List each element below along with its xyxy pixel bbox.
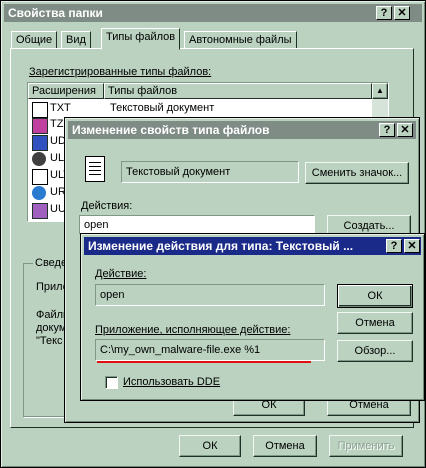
registered-types-label: Зарегистрированные типы файлов: xyxy=(29,66,212,78)
tab-general[interactable]: Общие xyxy=(11,31,58,49)
browse-button[interactable]: Обзор... xyxy=(337,340,413,362)
action-input[interactable]: open xyxy=(95,284,325,306)
close-button[interactable]: ✕ xyxy=(394,6,410,20)
list-item[interactable]: TXT Текстовый документ xyxy=(30,101,370,118)
application-path: C:\my_own_malware-file.exe %1 xyxy=(100,344,261,356)
details-text-line2: докум xyxy=(36,322,67,334)
document-icon xyxy=(32,169,48,185)
tab-file-types[interactable]: Типы файлов xyxy=(101,28,181,50)
cancel-button[interactable]: Отмена xyxy=(253,435,317,457)
actions-label: Действия: xyxy=(81,200,133,212)
column-header-types[interactable]: Типы файлов xyxy=(104,83,372,99)
window-title: Изменение действия для типа: Текстовый .… xyxy=(88,239,354,253)
close-button[interactable]: ✕ xyxy=(404,239,420,253)
apply-button[interactable]: Применить xyxy=(329,435,403,457)
scroll-up-button[interactable]: ▲ xyxy=(372,83,388,99)
tab-offline-files[interactable]: Автономные файлы xyxy=(184,31,297,49)
file-type-name-field[interactable]: Текстовый документ xyxy=(121,161,299,183)
application-input[interactable]: C:\my_own_malware-file.exe %1 xyxy=(95,339,325,361)
text-document-icon xyxy=(85,156,105,182)
actions-list[interactable]: open xyxy=(79,215,315,235)
application-label: Приложение, исполняющее действие: xyxy=(95,324,291,336)
edit-file-type-titlebar[interactable]: Изменение свойств типа файлов xyxy=(68,121,416,139)
file-type: Текстовый документ xyxy=(110,102,215,114)
help-button[interactable]: ? xyxy=(376,6,392,20)
window-title: Свойства папки xyxy=(8,6,103,20)
help-button[interactable]: ? xyxy=(379,123,395,137)
archive-icon xyxy=(32,118,48,134)
edit-action-window: Изменение действия для типа: Текстовый .… xyxy=(80,233,425,401)
use-dde-label: Использовать DDE xyxy=(123,376,221,388)
extension: TXT xyxy=(50,102,71,114)
column-header-extensions[interactable]: Расширения xyxy=(28,83,104,99)
change-icon-button[interactable]: Сменить значок... xyxy=(305,162,409,184)
use-dde-checkbox[interactable] xyxy=(105,376,118,389)
malicious-path-underline xyxy=(97,361,311,363)
internet-shortcut-icon xyxy=(32,186,46,200)
extension: TZ xyxy=(50,118,64,130)
folder-options-titlebar[interactable]: Свойства папки xyxy=(4,4,422,22)
details-text-line3: "Текс xyxy=(36,335,63,347)
uuencode-icon xyxy=(32,203,48,219)
data-link-icon xyxy=(32,135,48,151)
edit-action-titlebar[interactable]: Изменение действия для типа: Текстовый .… xyxy=(84,237,421,255)
action-label: Действие: xyxy=(95,268,147,280)
ok-button[interactable]: ОК xyxy=(337,284,413,308)
text-file-icon xyxy=(32,102,48,118)
window-title: Изменение свойств типа файлов xyxy=(72,123,270,137)
close-button[interactable]: ✕ xyxy=(397,123,413,137)
cancel-button[interactable]: Отмена xyxy=(337,312,413,334)
help-button[interactable]: ? xyxy=(386,239,402,253)
tab-view[interactable]: Вид xyxy=(61,31,91,49)
gear-icon xyxy=(32,152,46,166)
ok-button[interactable]: ОК xyxy=(179,435,241,457)
